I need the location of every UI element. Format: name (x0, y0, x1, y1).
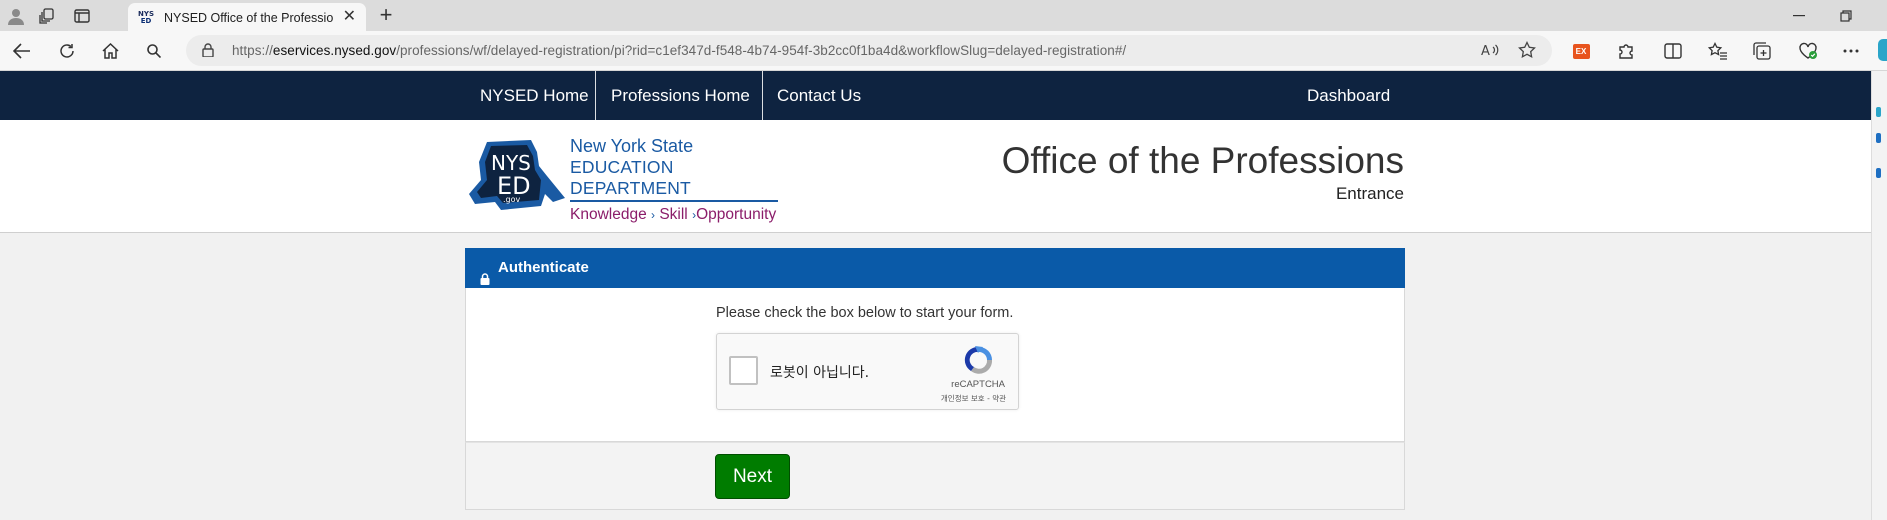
recaptcha-links: 개인정보 보호 - 약관 (940, 394, 1006, 403)
search-icon[interactable] (141, 39, 167, 63)
nav-contact-us[interactable]: Contact Us (777, 71, 861, 120)
tab-title: NYSED Office of the Professions (164, 10, 334, 25)
logo-line-state: New York State (570, 136, 694, 156)
address-bar[interactable]: https://eservices.nysed.gov/professions/… (186, 35, 1552, 66)
nav-professions-home[interactable]: Professions Home (611, 71, 750, 120)
sidebar-marker (1876, 168, 1881, 178)
sidebar-marker (1876, 133, 1881, 143)
page-scrollbar[interactable] (1871, 71, 1887, 520)
nysed-favicon-icon: NYS ED (138, 9, 154, 25)
home-icon[interactable] (97, 39, 123, 63)
instruction-text: Please check the box below to start your… (716, 305, 1014, 321)
tab-actions-icon[interactable] (68, 4, 96, 28)
recaptcha-checkbox[interactable] (729, 356, 758, 385)
more-options-icon[interactable] (1838, 39, 1864, 63)
authenticate-title: Authenticate (498, 259, 589, 276)
new-tab-button[interactable]: + (372, 4, 400, 28)
nav-dashboard[interactable]: Dashboard (1307, 71, 1390, 120)
logo-divider (570, 200, 778, 202)
refresh-icon[interactable] (54, 39, 80, 63)
nav-nysed-home[interactable]: NYSED Home (480, 71, 589, 120)
close-tab-icon[interactable]: ✕ (343, 9, 356, 25)
restore-icon[interactable] (1828, 4, 1864, 28)
copilot-sidebar-icon[interactable] (1878, 39, 1887, 61)
favorite-star-icon[interactable] (1518, 40, 1536, 64)
recaptcha-widget: 로봇이 아닙니다. reCAPTCHA 개인정보 보호 - 약관 (716, 333, 1019, 410)
back-icon[interactable] (9, 39, 35, 63)
collections-icon[interactable] (1749, 39, 1775, 63)
authenticate-header: Authenticate (465, 248, 1405, 288)
authenticate-body: Please check the box below to start your… (465, 288, 1405, 442)
browser-essentials-icon[interactable] (1795, 39, 1821, 63)
favorites-list-icon[interactable] (1705, 39, 1731, 63)
logo-line-department: EDUCATION DEPARTMENT (570, 157, 691, 198)
site-header: NYS ED .gov New York State EDUCATION DEP… (0, 120, 1871, 233)
nav-divider (595, 71, 596, 120)
read-aloud-icon[interactable]: A (1480, 41, 1500, 64)
extension-badge-icon[interactable]: EX (1568, 39, 1594, 63)
nysed-logo[interactable]: NYS ED .gov New York State EDUCATION DEP… (467, 136, 779, 223)
lock-icon[interactable] (202, 43, 214, 62)
address-toolbar: https://eservices.nysed.gov/professions/… (0, 31, 1887, 71)
logo-wordmark: New York State EDUCATION DEPARTMENT Know… (570, 136, 782, 225)
profile-icon[interactable] (2, 4, 30, 28)
workspaces-icon[interactable] (33, 4, 61, 28)
next-button[interactable]: Next (715, 454, 790, 499)
split-screen-icon[interactable] (1660, 39, 1686, 63)
logo-tagline: Knowledge › Skill ›Opportunity (570, 206, 777, 223)
url-text[interactable]: https://eservices.nysed.gov/professions/… (232, 43, 1126, 58)
active-tab[interactable]: NYS ED NYSED Office of the Professions ✕ (128, 3, 366, 32)
recaptcha-brand: reCAPTCHA (951, 379, 1005, 390)
extensions-puzzle-icon[interactable] (1613, 39, 1639, 63)
nys-state-map-icon: NYS ED .gov (469, 140, 565, 210)
site-navigation: NYSED Home Professions Home Contact Us D… (0, 71, 1871, 120)
page-subtitle: Entrance (1335, 184, 1404, 203)
browser-tab-bar: NYS ED NYSED Office of the Professions ✕ … (0, 0, 1887, 32)
nav-divider (762, 71, 763, 120)
page-title: Office of the Professions (1001, 140, 1404, 181)
recaptcha-terms-link[interactable]: 약관 (992, 394, 1006, 403)
sidebar-marker (1876, 107, 1881, 117)
authenticate-footer: Next (465, 442, 1405, 510)
svg-text:.gov: .gov (503, 195, 521, 204)
recaptcha-label: 로봇이 아닙니다. (770, 365, 870, 381)
recaptcha-logo-icon (964, 346, 993, 374)
recaptcha-privacy-link[interactable]: 개인정보 보호 (941, 394, 985, 403)
minimize-icon[interactable] (1781, 4, 1817, 28)
svg-text:A: A (1481, 44, 1490, 59)
